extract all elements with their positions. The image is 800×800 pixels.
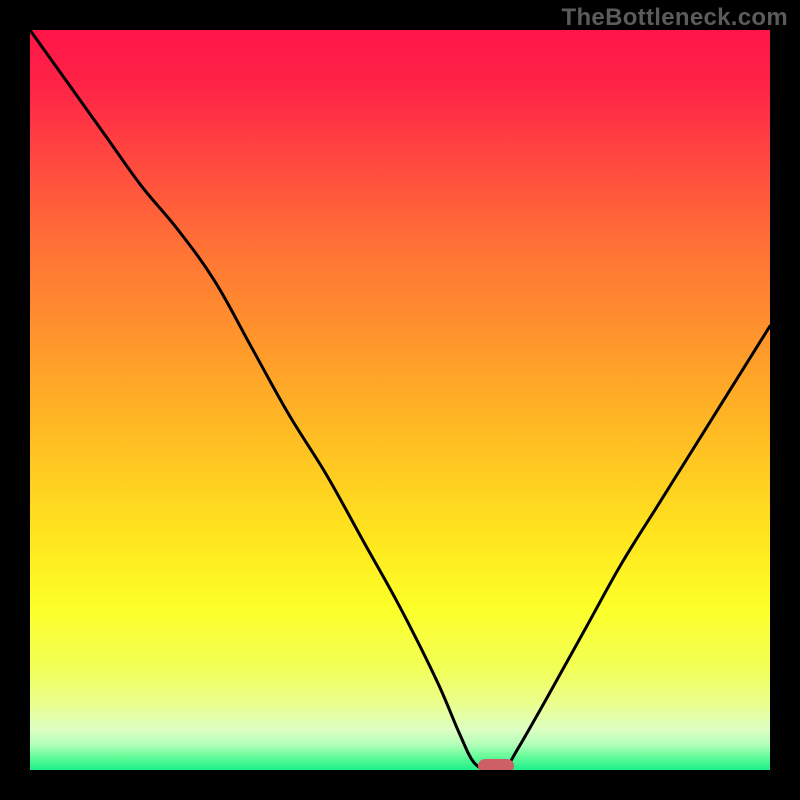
- plot-area: [30, 30, 770, 770]
- chart-frame: TheBottleneck.com: [0, 0, 800, 800]
- optimal-marker: [478, 759, 514, 770]
- background-gradient: [30, 30, 770, 770]
- watermark-text: TheBottleneck.com: [562, 4, 788, 32]
